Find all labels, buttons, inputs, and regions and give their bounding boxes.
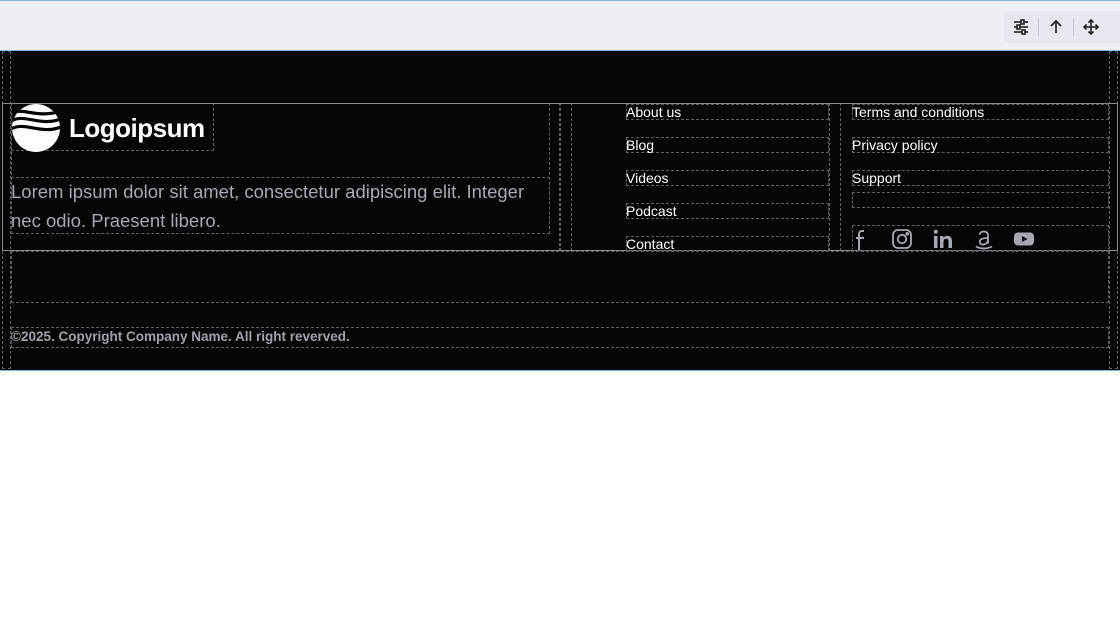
element-actions-toolbar bbox=[1004, 11, 1120, 43]
linkedin-icon bbox=[933, 229, 952, 248]
move-button[interactable] bbox=[1074, 11, 1108, 43]
nav-link-about-us[interactable]: About us bbox=[626, 103, 681, 121]
site-footer: Logoipsum Lorem ipsum dolor sit amet, co… bbox=[0, 51, 1120, 371]
nav-link-podcast[interactable]: Podcast bbox=[626, 202, 677, 220]
column-gap-outline bbox=[829, 103, 841, 251]
editor-toolbar bbox=[0, 0, 1120, 51]
facebook-link[interactable] bbox=[851, 227, 873, 251]
arrow-up-icon bbox=[1050, 19, 1062, 33]
column-gap-outline bbox=[560, 103, 572, 251]
guide-outline bbox=[1109, 51, 1118, 369]
link-outline bbox=[626, 137, 829, 153]
select-parent-button[interactable] bbox=[1039, 11, 1073, 43]
youtube-link[interactable] bbox=[1013, 227, 1035, 251]
nav-link-contact[interactable]: Contact bbox=[626, 235, 674, 253]
link-terms-and-conditions[interactable]: Terms and conditions bbox=[852, 103, 984, 121]
copyright-text: ©2025. Copyright Company Name. All right… bbox=[11, 329, 350, 344]
link-support[interactable]: Support bbox=[852, 169, 901, 187]
move-icon bbox=[1082, 18, 1100, 36]
logo-mark-icon bbox=[12, 104, 60, 152]
link-privacy-policy[interactable]: Privacy policy bbox=[852, 136, 938, 154]
settings-button[interactable] bbox=[1004, 11, 1038, 43]
amazon-link[interactable] bbox=[973, 227, 995, 251]
link-outline bbox=[852, 192, 1109, 208]
instagram-link[interactable] bbox=[891, 227, 913, 251]
nav-link-blog[interactable]: Blog bbox=[626, 136, 654, 154]
instagram-icon bbox=[892, 229, 912, 249]
sliders-icon bbox=[1014, 19, 1028, 35]
youtube-icon bbox=[1014, 232, 1034, 246]
footer-description: Lorem ipsum dolor sit amet, consectetur … bbox=[11, 181, 525, 231]
amazon-icon bbox=[975, 230, 993, 250]
logo-text: Logoipsum bbox=[69, 112, 205, 143]
nav-link-videos[interactable]: Videos bbox=[626, 169, 669, 187]
linkedin-link[interactable] bbox=[932, 227, 954, 251]
facebook-icon bbox=[856, 230, 864, 250]
logo[interactable]: Logoipsum bbox=[11, 104, 214, 152]
divider-outline bbox=[11, 251, 1109, 303]
guide-outline bbox=[2, 51, 11, 369]
